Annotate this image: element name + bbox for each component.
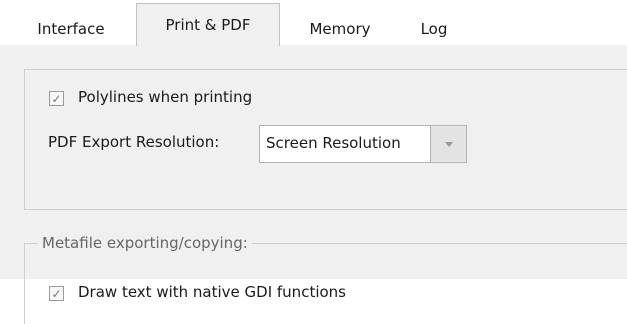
checkmark-icon: ✓ — [51, 91, 62, 106]
gdi-text-label: Draw text with native GDI functions — [78, 283, 346, 301]
tab-log[interactable]: Log — [404, 13, 464, 45]
metafile-group-title: Metafile exporting/copying: — [38, 234, 252, 252]
polylines-checkbox[interactable]: ✓ — [49, 91, 64, 106]
tab-label: Log — [420, 20, 448, 38]
tab-panel: ✓ Polylines when printing PDF Export Res… — [0, 45, 627, 324]
pdf-resolution-value: Screen Resolution — [266, 134, 401, 152]
chevron-down-icon — [444, 141, 453, 147]
tab-label: Interface — [37, 20, 105, 38]
tab-memory[interactable]: Memory — [290, 13, 390, 45]
tab-bar: Interface Print & PDF Memory Log — [0, 0, 627, 46]
pdf-resolution-select[interactable]: Screen Resolution — [259, 125, 467, 163]
checkmark-icon: ✓ — [51, 286, 62, 301]
pdf-resolution-label: PDF Export Resolution: — [48, 133, 220, 151]
tab-interface[interactable]: Interface — [24, 13, 118, 45]
tab-print-pdf[interactable]: Print & PDF — [136, 3, 280, 46]
gdi-text-checkbox[interactable]: ✓ — [49, 286, 64, 301]
dropdown-button[interactable] — [430, 126, 466, 162]
tab-label: Print & PDF — [165, 16, 251, 34]
tab-label: Memory — [309, 20, 371, 38]
polylines-label: Polylines when printing — [78, 88, 253, 106]
